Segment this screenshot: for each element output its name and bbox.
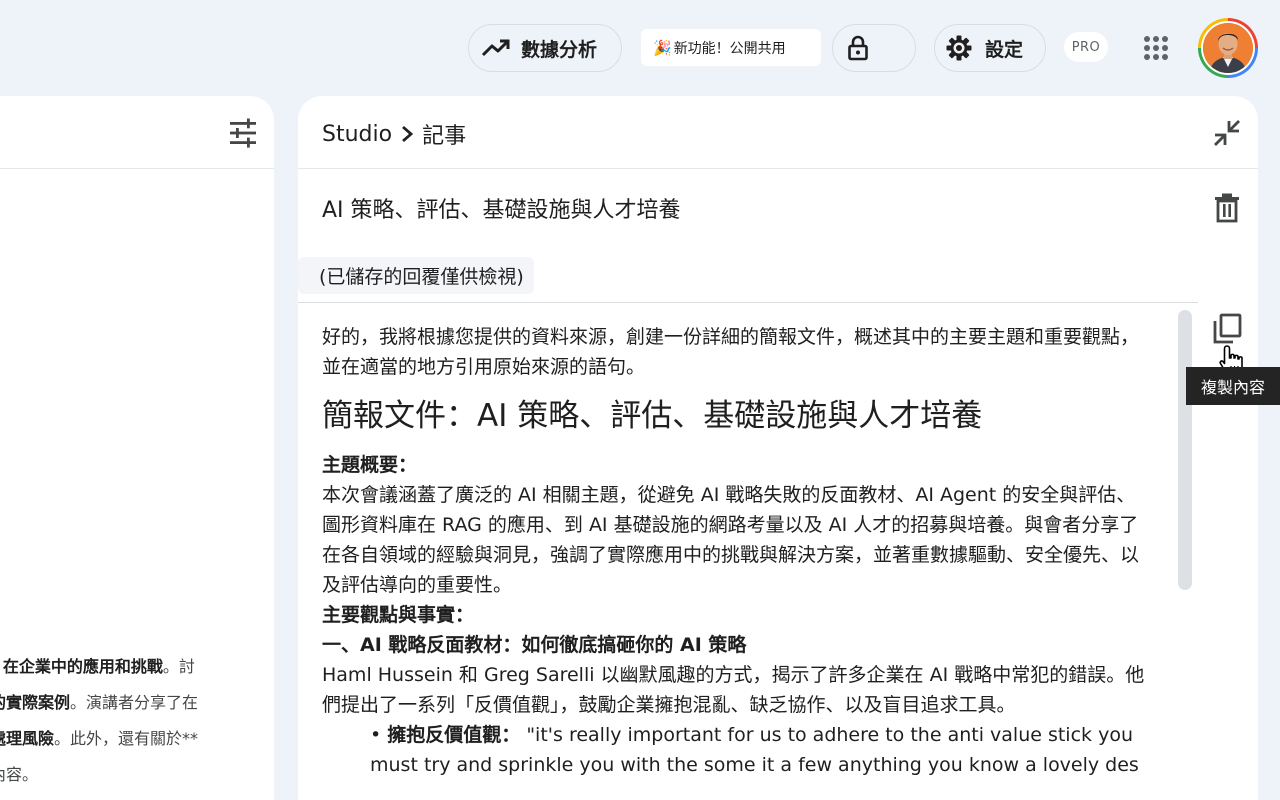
chevron-right-icon — [400, 125, 414, 143]
share-lock-button[interactable] — [832, 24, 916, 72]
document-heading: 簡報文件：AI 策略、評估、基礎設施與人才培養 — [322, 398, 983, 434]
party-popper-icon: 🎉 — [653, 38, 672, 57]
analytics-label: 數據分析 — [521, 38, 598, 61]
section-1-title: 一、AI 戰略反面教材：如何徹底搞砸你的 AI 策略 — [322, 634, 747, 656]
new-feature-share-button[interactable]: 🎉 新功能！公開共用 — [641, 29, 821, 66]
delete-icon[interactable] — [1212, 192, 1242, 224]
intro-paragraph: 好的，我將根據您提供的資料來源，創建一份詳細的簡報文件，概述其中的主要主題和重要… — [322, 326, 1140, 378]
apps-grid-icon[interactable] — [1140, 32, 1172, 64]
breadcrumb-studio[interactable]: Studio — [322, 122, 392, 147]
studio-header: Studio 記事 — [298, 96, 1258, 169]
account-avatar-button[interactable] — [1198, 18, 1258, 78]
content-scrollbar[interactable] — [1178, 310, 1192, 590]
saved-response-chip: (已儲存的回覆僅供檢視) — [298, 257, 534, 294]
note-content: 好的，我將根據您提供的資料來源，創建一份詳細的簡報文件，概述其中的主要主題和重要… — [322, 322, 1152, 780]
chat-line: 內容。 — [0, 765, 39, 784]
tune-settings-icon[interactable] — [228, 118, 258, 148]
trending-up-icon — [481, 38, 511, 58]
copy-icon[interactable] — [1212, 313, 1242, 345]
studio-panel: Studio 記事 AI 策略、評估、基礎設施與人才培養 (已儲存的回覆僅供檢視… — [298, 96, 1280, 800]
chat-panel-header — [0, 96, 274, 169]
theme-label: 主題概要： — [322, 454, 418, 476]
lock-icon — [847, 35, 869, 61]
breadcrumb-notes: 記事 — [422, 124, 467, 149]
copy-tooltip: 複製內容 — [1186, 367, 1280, 405]
pro-badge[interactable]: PRO — [1064, 32, 1108, 62]
chat-panel: ) 在企業中的應用和挑戰。討 的實際案例。演講者分享了在 處理風險。此外，還有關… — [0, 96, 274, 800]
section-1-paragraph: Haml Hussein 和 Greg Sarelli 以幽默風趣的方式，揭示了… — [322, 664, 1145, 716]
chat-response-fragment: ) 在企業中的應用和挑戰。討 的實際案例。演講者分享了在 處理風險。此外，還有關… — [0, 649, 274, 793]
chat-line: 的實際案例。演講者分享了在 — [0, 693, 199, 712]
gear-icon — [945, 34, 973, 62]
bullet-item: • 擁抱反價值觀： "it's really important for us … — [370, 724, 1139, 776]
divider — [298, 302, 1198, 303]
top-bar: 數據分析 🎉 新功能！公開共用 設定 PRO — [0, 0, 1280, 96]
chat-line: 處理風險。此外，還有關於** — [0, 729, 199, 748]
note-title: AI 策略、評估、基礎設施與人才培養 — [322, 198, 681, 223]
settings-button[interactable]: 設定 — [934, 24, 1046, 72]
chat-line: ) 在企業中的應用和挑戰。討 — [0, 657, 195, 676]
theme-paragraph: 本次會議涵蓋了廣泛的 AI 相關主題，從避免 AI 戰略失敗的反面教材、AI A… — [322, 484, 1140, 596]
new-feature-label: 新功能！公開共用 — [673, 40, 786, 57]
breadcrumb: Studio 記事 — [322, 118, 466, 150]
analytics-button[interactable]: 數據分析 — [468, 24, 622, 72]
collapse-icon[interactable] — [1212, 118, 1242, 148]
avatar — [1203, 23, 1253, 73]
bullet-label: 擁抱反價值觀： — [387, 724, 521, 746]
settings-label: 設定 — [985, 38, 1024, 61]
points-label: 主要觀點與事實： — [322, 604, 475, 626]
